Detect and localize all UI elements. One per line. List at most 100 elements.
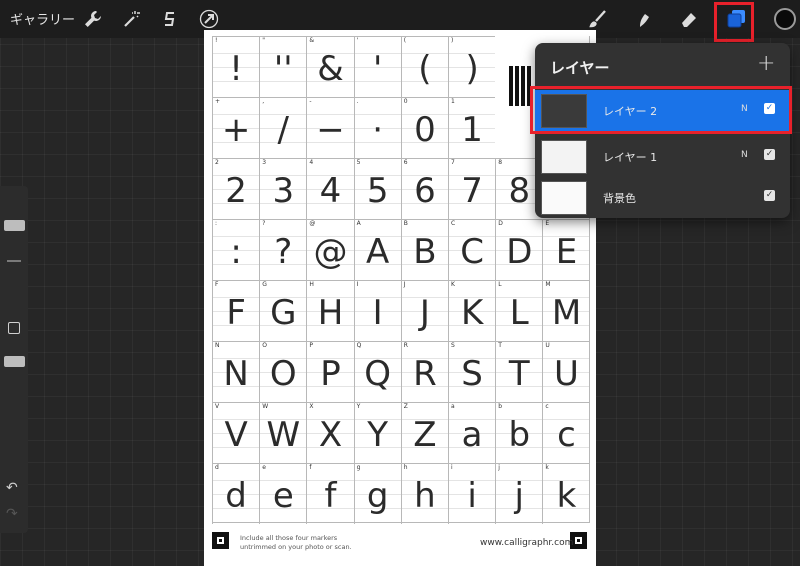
cell-label: K [451,281,455,288]
glyph-cell: QQ [353,341,401,402]
qr-code [509,66,531,106]
handwritten-glyph: − [316,110,345,150]
handwritten-glyph: b [508,415,531,455]
glyph-cell: gg [353,463,401,524]
cell-label: - [309,98,312,105]
cell-label: S [451,342,455,349]
blend-mode-button[interactable]: N [741,150,748,160]
wrench-icon[interactable] [82,8,104,30]
glyph-cell: WW [259,402,307,463]
cell-label: " [262,37,265,44]
color-picker-button[interactable] [774,8,796,30]
cell-label: A [356,220,361,227]
handwritten-glyph: H [317,293,344,333]
panel-title: レイヤー [550,59,610,77]
layer-row-background[interactable]: 背景色 ✓ [535,177,790,219]
handwritten-glyph: U [554,354,579,394]
cell-label: . [356,98,359,105]
glyph-cell: dd [212,463,260,524]
glyph-cell: :: [212,219,260,280]
website-label: www.calligraphr.com [480,538,574,548]
glyph-cell: " '' [259,36,307,97]
cell-label: i [451,464,453,471]
glyph-cell: FF [212,280,260,341]
handwritten-glyph: W [266,415,301,455]
cell-label: 4 [309,159,314,166]
glyph-cell: , / [259,97,307,158]
visibility-checkbox[interactable]: ✓ [764,190,775,201]
handwritten-glyph: : [230,232,242,272]
glyph-cell: (( [400,36,448,97]
handwritten-glyph: V [224,415,248,455]
handwritten-glyph: Z [413,415,437,455]
handwritten-glyph: A [366,232,390,272]
eraser-icon[interactable] [678,8,700,30]
glyph-cell: . · [353,97,401,158]
cell-label: ) [451,37,454,44]
cell-label: a [451,403,455,410]
handwritten-glyph: E [555,232,578,272]
glyph-cell: LL [495,280,543,341]
cell-label: 3 [262,159,267,166]
handwritten-glyph: P [320,354,341,394]
cell-label: Q [356,342,362,349]
glyph-cell: II [353,280,401,341]
gallery-button[interactable]: ギャラリー [10,9,75,28]
brush-icon[interactable] [586,8,608,30]
cell-label: 5 [356,159,361,166]
glyph-cell: 66 [400,158,448,219]
glyph-cell: )) [448,36,496,97]
handwritten-glyph: L [509,293,529,333]
handwritten-glyph: ? [274,232,293,272]
glyph-cell: 55 [353,158,401,219]
cell-label: J [403,281,406,288]
modify-button[interactable] [8,322,20,334]
selection-icon[interactable] [159,8,181,30]
glyph-cell: hh [400,463,448,524]
glyph-cell: 77 [448,158,496,219]
glyph-cell: jj [495,463,543,524]
cell-label: H [309,281,314,288]
handwritten-glyph: S [461,354,483,394]
cell-label: P [309,342,314,349]
blend-mode-button[interactable]: N [741,104,748,114]
handwritten-glyph: B [413,232,437,272]
redo-icon[interactable]: ↷ [6,506,18,522]
undo-icon[interactable]: ↶ [6,480,18,496]
magic-wand-icon[interactable] [120,8,142,30]
cell-label: h [403,464,408,471]
glyph-cell: CC [448,219,496,280]
cell-label: G [262,281,267,288]
cell-label: R [403,342,408,349]
cell-label: @ [309,220,316,227]
cell-label: 7 [451,159,455,166]
layer-row-layer1[interactable]: レイヤー 1 N ✓ [535,136,790,178]
smudge-icon[interactable] [634,8,656,30]
opacity-slider[interactable] [4,356,25,367]
add-layer-button[interactable]: + [757,51,775,76]
layer-row-layer2[interactable]: レイヤー 2 N ✓ [535,90,790,132]
cell-label: V [215,403,220,410]
cell-label: O [262,342,267,349]
glyph-cell: aa [448,402,496,463]
cell-label: U [545,342,550,349]
cell-label: 2 [215,159,219,166]
glyph-cell: NN [212,341,260,402]
visibility-checkbox[interactable]: ✓ [764,103,775,114]
visibility-checkbox[interactable]: ✓ [764,149,775,160]
cell-label: f [309,464,312,471]
transform-arrow-icon[interactable] [198,8,220,30]
glyph-cell: SS [448,341,496,402]
glyph-cell: !! [212,36,260,97]
slider-divider [7,260,21,262]
brush-size-slider[interactable] [4,220,25,231]
handwritten-glyph: F [226,293,246,333]
cell-label: c [545,403,549,410]
glyph-cell: UU [542,341,590,402]
cell-label: B [403,220,408,227]
handwritten-glyph: Q [364,354,392,394]
cell-label: ! [215,37,218,44]
handwritten-glyph: / [277,110,290,150]
layer-name: レイヤー 1 [603,151,658,164]
glyph-cell: ?? [259,219,307,280]
